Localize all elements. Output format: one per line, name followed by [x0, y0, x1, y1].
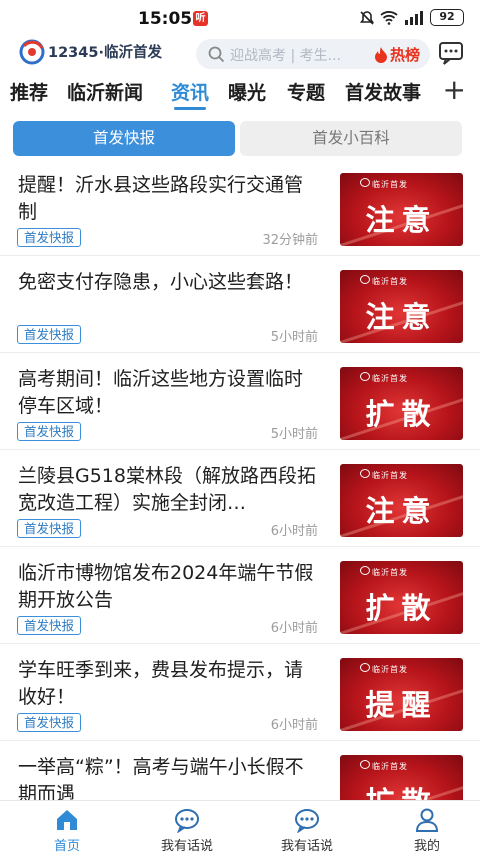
news-time: 6小时前 [270, 524, 318, 539]
news-title: 免密支付存隐患，小心这些套路！ [18, 271, 304, 293]
news-time: 5小时前 [270, 330, 318, 345]
wifi-icon [380, 10, 398, 25]
chat-icon [175, 809, 199, 833]
news-time: 5小时前 [270, 427, 318, 442]
news-thumbnail: 临沂首发 提醒 [340, 658, 463, 731]
thumb-logo-icon [360, 469, 370, 478]
news-thumbnail: 临沂首发 扩散 [340, 755, 463, 800]
thumb-text: 注意 [365, 300, 438, 334]
search-bar[interactable]: 迎战高考 | 考生... 热榜 [196, 39, 430, 69]
nav-say-label: 我有话说 [160, 839, 213, 853]
news-title: 学车旺季到来，费县发布提示，请收好！ [18, 659, 304, 708]
active-tab-indicator [174, 107, 206, 110]
thumb-brand: 临沂首发 [372, 665, 408, 674]
hot-list-button[interactable]: 热榜 [374, 44, 420, 65]
news-time: 6小时前 [270, 621, 318, 636]
news-thumbnail: 临沂首发 扩散 [340, 561, 463, 634]
tab-linyi-news[interactable]: 临沂新闻 [67, 78, 143, 105]
app-brand-name: 12345·临沂首发 [48, 45, 162, 61]
thumb-logo-icon [360, 760, 370, 769]
category-tabs: 推荐 临沂新闻 资讯 曝光 专题 首发故事 + [0, 76, 480, 110]
add-category-icon[interactable]: + [443, 76, 466, 104]
thumb-brand: 临沂首发 [372, 180, 408, 189]
thumb-text: 提醒 [365, 688, 438, 722]
tab-info[interactable]: 资讯 [171, 78, 209, 105]
sub-tabs: 首发快报 首发小百科 [0, 118, 480, 160]
mute-icon [359, 10, 375, 25]
thumb-brand: 临沂首发 [372, 762, 408, 771]
thumb-logo-icon [360, 663, 370, 672]
thumb-text: 扩散 [365, 591, 438, 625]
news-thumbnail: 临沂首发 扩散 [340, 367, 463, 440]
news-title: 高考期间！临沂这些地方设置临时停车区域！ [18, 368, 304, 417]
search-icon [208, 46, 225, 63]
news-title: 一举高“粽”！高考与端午小长假不期而遇 [18, 756, 304, 800]
status-bar: 15:05 听 92 [0, 0, 480, 36]
news-thumbnail: 临沂首发 注意 [340, 173, 463, 246]
nav-say-2[interactable]: 我有话说 [257, 805, 357, 853]
thumb-brand: 临沂首发 [372, 568, 408, 577]
thumb-text: 注意 [365, 203, 438, 237]
news-item[interactable]: 学车旺季到来，费县发布提示，请收好！ 首发快报 6小时前 临沂首发 提醒 [0, 645, 480, 741]
news-title: 提醒！沂水县这些路段实行交通管制 [18, 174, 304, 223]
signal-icon [405, 10, 423, 25]
battery-indicator: 92 [430, 9, 464, 26]
news-tag: 首发快报 [17, 519, 82, 538]
search-placeholder: 迎战高考 | 考生... [230, 48, 341, 64]
chat-icon [295, 809, 319, 833]
news-tag: 首发快报 [17, 422, 82, 441]
news-item[interactable]: 兰陵县G518棠林段（解放路西段拓宽改造工程）实施全封闭… 首发快报 6小时前 … [0, 451, 480, 547]
thumb-brand: 临沂首发 [372, 277, 408, 286]
tab-topics[interactable]: 专题 [287, 78, 325, 105]
news-item[interactable]: 临沂市博物馆发布2024年端午节假期开放公告 首发快报 6小时前 临沂首发 扩散 [0, 548, 480, 644]
thumb-logo-icon [360, 566, 370, 575]
news-title: 兰陵县G518棠林段（解放路西段拓宽改造工程）实施全封闭… [18, 465, 316, 514]
thumb-logo-icon [360, 178, 370, 187]
news-tag: 首发快报 [17, 325, 82, 344]
news-item[interactable]: 提醒！沂水县这些路段实行交通管制 首发快报 32分钟前 临沂首发 注意 [0, 160, 480, 256]
tab-stories[interactable]: 首发故事 [345, 78, 421, 105]
app-header: 12345·临沂首发 迎战高考 | 考生... 热榜 [0, 36, 480, 72]
news-time: 6小时前 [270, 718, 318, 733]
home-icon [57, 810, 77, 830]
app-notification-badge: 听 [193, 11, 208, 26]
nav-home[interactable]: 首页 [17, 805, 117, 853]
nav-mine-label: 我的 [413, 839, 440, 853]
news-item[interactable]: 免密支付存隐患，小心这些套路！ 首发快报 5小时前 临沂首发 注意 [0, 257, 480, 353]
user-icon [415, 808, 439, 832]
app-logo-icon [19, 39, 45, 65]
nav-home-label: 首页 [53, 839, 80, 853]
message-icon[interactable] [438, 40, 464, 66]
thumb-text: 注意 [365, 494, 438, 528]
thumb-brand: 临沂首发 [372, 471, 408, 480]
tab-exposure[interactable]: 曝光 [228, 78, 266, 105]
news-tag: 首发快报 [17, 616, 82, 635]
flame-icon [374, 46, 387, 63]
thumb-brand: 临沂首发 [372, 374, 408, 383]
nav-say-1[interactable]: 我有话说 [137, 805, 237, 853]
news-title: 临沂市博物馆发布2024年端午节假期开放公告 [18, 562, 314, 611]
bottom-nav: 首页 我有话说 我有话说 我的 [0, 800, 480, 853]
status-time: 15:05 [138, 9, 193, 29]
nav-say-label: 我有话说 [280, 839, 333, 853]
tab-recommend[interactable]: 推荐 [10, 78, 48, 105]
thumb-logo-icon [360, 372, 370, 381]
hot-list-label: 热榜 [389, 46, 420, 64]
subtab-encyclopedia[interactable]: 首发小百科 [240, 121, 462, 156]
subtab-news-flash[interactable]: 首发快报 [13, 121, 235, 156]
nav-mine[interactable]: 我的 [377, 805, 477, 853]
thumb-logo-icon [360, 275, 370, 284]
news-item[interactable]: 高考期间！临沂这些地方设置临时停车区域！ 首发快报 5小时前 临沂首发 扩散 [0, 354, 480, 450]
news-item[interactable]: 一举高“粽”！高考与端午小长假不期而遇 临沂首发 扩散 [0, 742, 480, 800]
news-list: 提醒！沂水县这些路段实行交通管制 首发快报 32分钟前 临沂首发 注意 免密支付… [0, 160, 480, 800]
news-tag: 首发快报 [17, 713, 82, 732]
system-icons: 92 [359, 9, 464, 26]
news-thumbnail: 临沂首发 注意 [340, 464, 463, 537]
news-time: 32分钟前 [262, 233, 318, 248]
thumb-text: 扩散 [365, 397, 438, 431]
news-thumbnail: 临沂首发 注意 [340, 270, 463, 343]
thumb-text: 扩散 [340, 779, 463, 800]
news-tag: 首发快报 [17, 228, 82, 247]
